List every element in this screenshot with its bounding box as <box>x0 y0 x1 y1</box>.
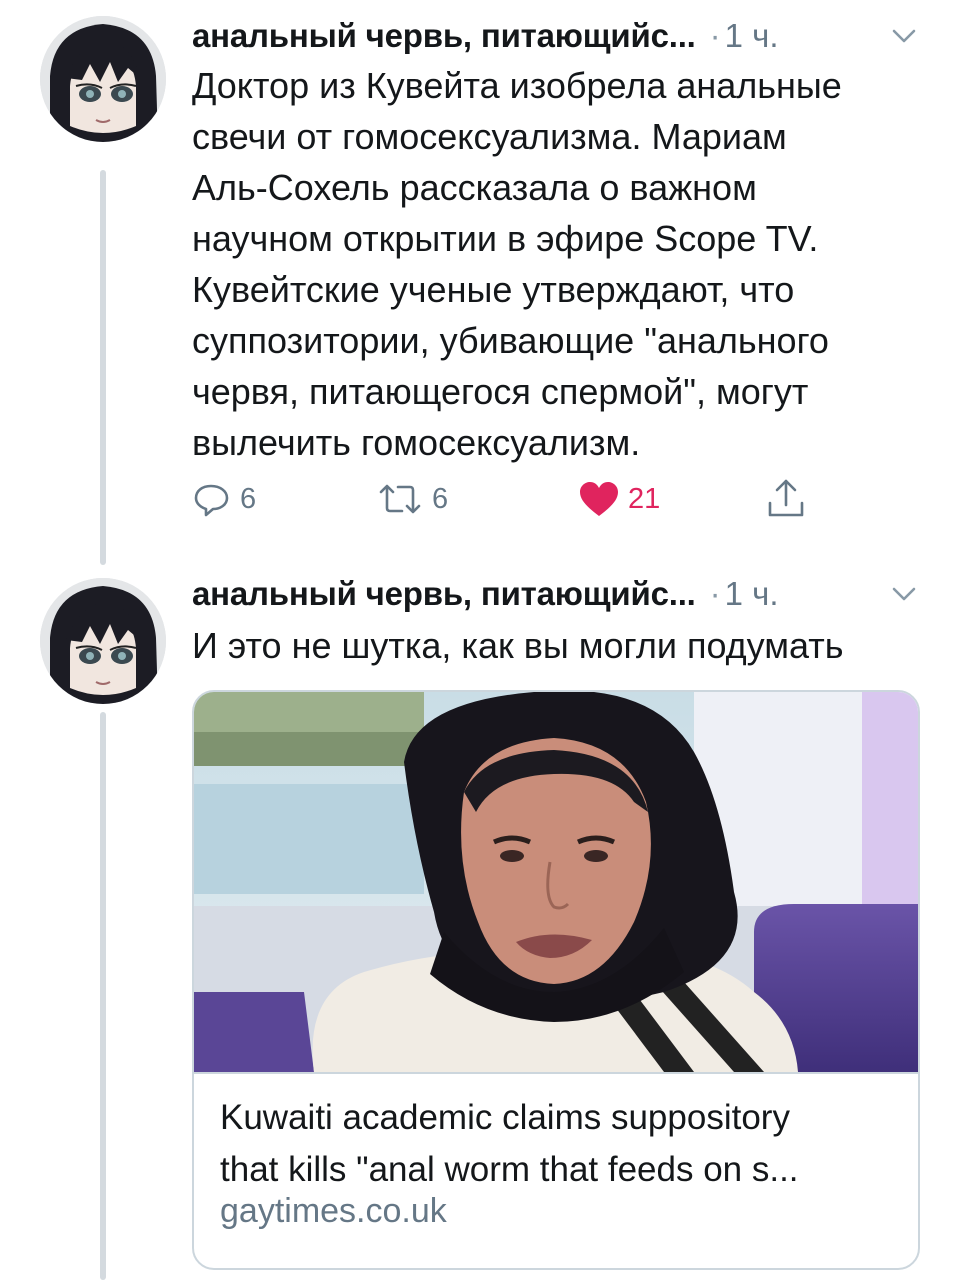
card-thumbnail <box>194 692 918 1072</box>
timestamp[interactable]: 1 ч. <box>725 575 779 613</box>
separator: · <box>709 575 721 612</box>
card-domain: gaytimes.co.uk <box>220 1192 447 1230</box>
tweet-header: анальный червь, питающийс... · 1 ч. <box>192 572 920 616</box>
tweet-header: анальный червь, питающийс... · 1 ч. <box>192 14 920 58</box>
reply-icon <box>194 484 229 517</box>
tweet-text: И это не шутка, как вы могли подумать <box>192 625 844 666</box>
chevron-down-icon[interactable] <box>888 20 920 52</box>
separator: · <box>709 17 721 54</box>
retweet-count: 6 <box>432 482 449 515</box>
retweet-button[interactable]: 6 <box>376 474 448 524</box>
share-icon <box>768 479 804 517</box>
thread-line-1 <box>100 170 106 565</box>
retweet-icon <box>379 484 421 514</box>
share-button[interactable] <box>766 474 806 524</box>
like-button[interactable]: 21 <box>578 474 660 524</box>
timestamp[interactable]: 1 ч. <box>725 17 779 55</box>
reply-button[interactable]: 6 <box>192 474 256 524</box>
card-title: Kuwaiti academic claims suppository that… <box>220 1098 799 1189</box>
avatar-image <box>40 16 166 142</box>
reply-count: 6 <box>240 482 257 515</box>
tweet-actions: 6 6 21 <box>192 474 922 524</box>
author-name[interactable]: анальный червь, питающийс... <box>192 17 696 55</box>
avatar[interactable] <box>40 578 166 704</box>
chevron-down-icon[interactable] <box>888 578 920 610</box>
avatar[interactable] <box>40 16 166 142</box>
link-card[interactable]: Kuwaiti academic claims suppository that… <box>192 690 920 1270</box>
like-count: 21 <box>628 482 661 515</box>
like-icon <box>580 482 618 516</box>
tweet-text: Доктор из Кувейта изобрела анальные свеч… <box>192 65 842 463</box>
card-divider <box>194 1072 918 1074</box>
author-name[interactable]: анальный червь, питающийс... <box>192 575 696 613</box>
avatar-image <box>40 578 166 704</box>
card-image <box>194 692 918 1072</box>
thread-line-2 <box>100 712 106 1280</box>
